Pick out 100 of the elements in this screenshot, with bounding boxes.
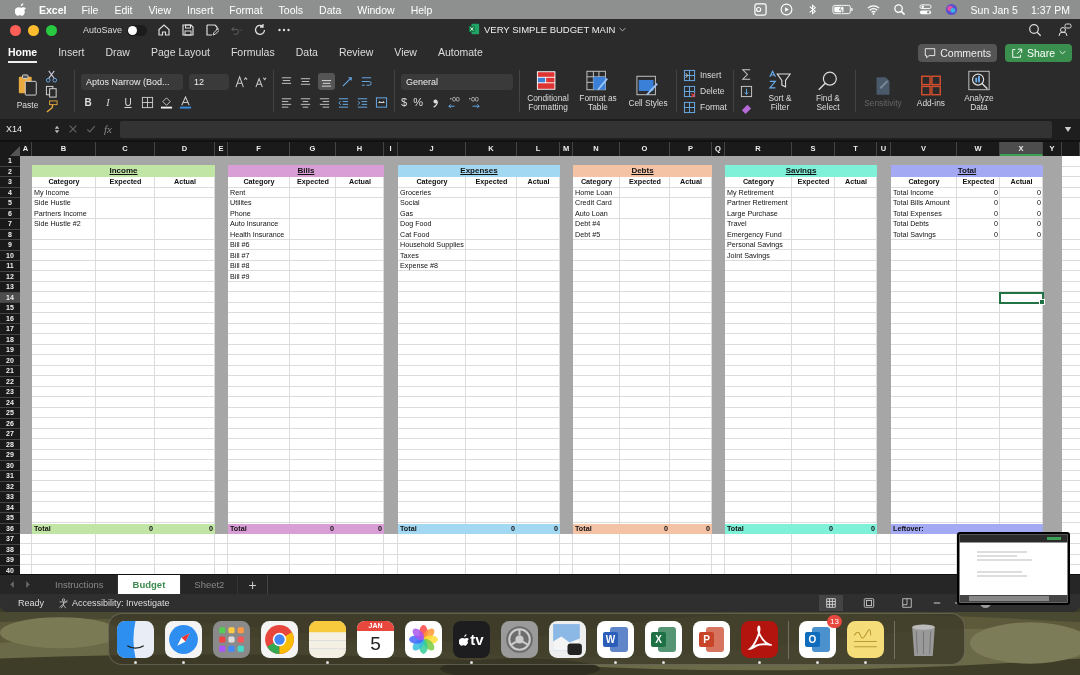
orientation-icon[interactable] xyxy=(341,75,354,89)
ribbon-tab[interactable]: Automate xyxy=(437,42,483,63)
merge-cells-icon[interactable] xyxy=(375,96,388,110)
next-sheet-icon[interactable] xyxy=(24,580,32,590)
cut-icon[interactable] xyxy=(44,69,58,83)
wifi-icon[interactable] xyxy=(866,3,880,16)
format-painter-icon[interactable] xyxy=(44,99,58,113)
ribbon-button[interactable]: Analyze Data xyxy=(957,70,1000,113)
comments-button[interactable]: Comments xyxy=(918,43,997,62)
normal-view-icon[interactable] xyxy=(819,595,843,612)
ribbon-button[interactable]: Delete xyxy=(683,84,727,98)
maximize-icon[interactable] xyxy=(46,24,57,36)
app-icon[interactable] xyxy=(501,621,538,658)
ribbon-tab[interactable]: Review xyxy=(338,42,374,63)
font-style-button[interactable]: U xyxy=(121,96,135,108)
previous-sheet-icon[interactable] xyxy=(8,580,16,590)
font-style-button[interactable]: I xyxy=(101,96,115,108)
app-icon[interactable] xyxy=(309,621,346,658)
fill-color-icon[interactable] xyxy=(160,95,173,109)
copy-icon[interactable] xyxy=(44,84,58,98)
borders-icon[interactable] xyxy=(141,95,154,109)
sheet-tab[interactable]: Budget xyxy=(117,575,182,595)
battery-icon[interactable] xyxy=(831,3,854,16)
ribbon-button[interactable]: Cell Styles xyxy=(626,74,670,108)
app-icon[interactable] xyxy=(549,621,586,658)
font-name-dropdown[interactable]: Aptos Narrow (Bod... xyxy=(81,73,183,90)
ribbon-button[interactable]: Add-ins xyxy=(909,74,952,108)
align-right-icon[interactable] xyxy=(318,96,331,110)
accessibility-button[interactable]: Accessibility: Investigate xyxy=(58,597,170,609)
share-button[interactable]: Share xyxy=(1004,43,1072,62)
expand-caret-icon[interactable] xyxy=(1064,125,1072,133)
number-format-button[interactable]: % xyxy=(413,96,423,109)
grow-font-icon[interactable] xyxy=(235,75,248,89)
ribbon-button[interactable]: Find & Select xyxy=(806,70,849,113)
number-format-button[interactable]: $ xyxy=(401,96,408,109)
ribbon-tab[interactable]: Home xyxy=(8,42,38,63)
app-icon[interactable] xyxy=(117,621,154,658)
ribbon-tab[interactable]: Page Layout xyxy=(150,42,210,63)
ribbon-tab[interactable]: Insert xyxy=(58,42,85,63)
search-icon[interactable] xyxy=(1028,23,1042,38)
ribbon-tab[interactable]: Data xyxy=(295,42,318,63)
siri-icon[interactable] xyxy=(944,3,958,16)
font-color-icon[interactable] xyxy=(179,95,192,109)
ribbon-tab[interactable]: Draw xyxy=(105,42,130,63)
minimize-icon[interactable] xyxy=(28,24,39,36)
ribbon-tab[interactable]: View xyxy=(394,42,417,63)
outlook-status-icon[interactable] xyxy=(753,3,767,16)
increase-decimal-icon[interactable] xyxy=(447,95,461,109)
play-icon[interactable] xyxy=(779,3,793,16)
wrap-text-icon[interactable] xyxy=(360,75,373,89)
comment-icon xyxy=(924,46,937,59)
ribbon-button[interactable]: Insert xyxy=(683,68,727,82)
app-icon[interactable]: tv xyxy=(453,621,490,658)
app-icon[interactable] xyxy=(165,621,202,658)
app-icon[interactable] xyxy=(741,621,778,658)
decrease-decimal-icon[interactable] xyxy=(466,95,480,109)
control-center-icon[interactable] xyxy=(918,3,932,16)
column-header[interactable] xyxy=(1062,142,1080,157)
decrease-indent-icon[interactable] xyxy=(337,96,350,110)
insert-function-button[interactable]: fx xyxy=(104,123,112,136)
app-icon[interactable] xyxy=(405,621,442,658)
app-icon[interactable]: X xyxy=(645,621,682,658)
cell-cursor[interactable] xyxy=(999,291,1044,305)
screenshot-thumbnail-toast[interactable] xyxy=(957,532,1070,605)
cancel-icon[interactable] xyxy=(68,124,78,135)
number-format-dropdown[interactable]: General xyxy=(401,73,513,90)
chevron-down-icon xyxy=(1059,50,1066,56)
collaborate-icon[interactable] xyxy=(1058,23,1072,38)
app-icon[interactable] xyxy=(261,621,298,658)
increase-indent-icon[interactable] xyxy=(356,96,369,110)
autosave-toggle[interactable] xyxy=(127,24,148,36)
close-icon[interactable] xyxy=(10,24,21,36)
app-icon[interactable]: P xyxy=(693,621,730,658)
ribbon-button[interactable]: Format xyxy=(683,100,727,114)
paste-button[interactable]: Paste xyxy=(16,72,39,110)
spreadsheet-grid[interactable] xyxy=(0,140,1080,575)
app-icon[interactable]: W xyxy=(597,621,634,658)
align-bottom-icon[interactable] xyxy=(318,73,335,91)
check-icon[interactable] xyxy=(86,124,96,135)
app-icon[interactable] xyxy=(847,621,884,658)
font-style-button[interactable]: B xyxy=(81,96,95,108)
home-icon[interactable] xyxy=(157,23,172,38)
align-center-icon[interactable] xyxy=(299,96,312,110)
redo-icon[interactable] xyxy=(253,23,268,38)
apple-logo-icon[interactable] xyxy=(15,3,26,16)
name-box[interactable]: X14 xyxy=(6,124,60,135)
save-icon[interactable] xyxy=(181,23,196,38)
chevron-down-icon[interactable] xyxy=(619,26,627,32)
save-edit-icon[interactable] xyxy=(205,23,220,38)
ribbon-tab[interactable]: Formulas xyxy=(230,42,275,63)
ribbon-button[interactable]: Format as Table xyxy=(576,70,620,113)
fill-icon[interactable] xyxy=(739,84,753,98)
cell-brush-icon xyxy=(636,74,660,96)
font-size-dropdown[interactable]: 12 xyxy=(189,73,229,90)
app-icon[interactable] xyxy=(213,621,250,658)
ribbon-button[interactable]: Sort & Filter xyxy=(758,70,801,113)
ribbon-button[interactable]: Conditional Formatting xyxy=(526,70,570,113)
shrink-font-icon[interactable] xyxy=(254,75,267,89)
autosum-icon[interactable] xyxy=(739,67,753,81)
align-left-icon[interactable] xyxy=(280,96,293,110)
